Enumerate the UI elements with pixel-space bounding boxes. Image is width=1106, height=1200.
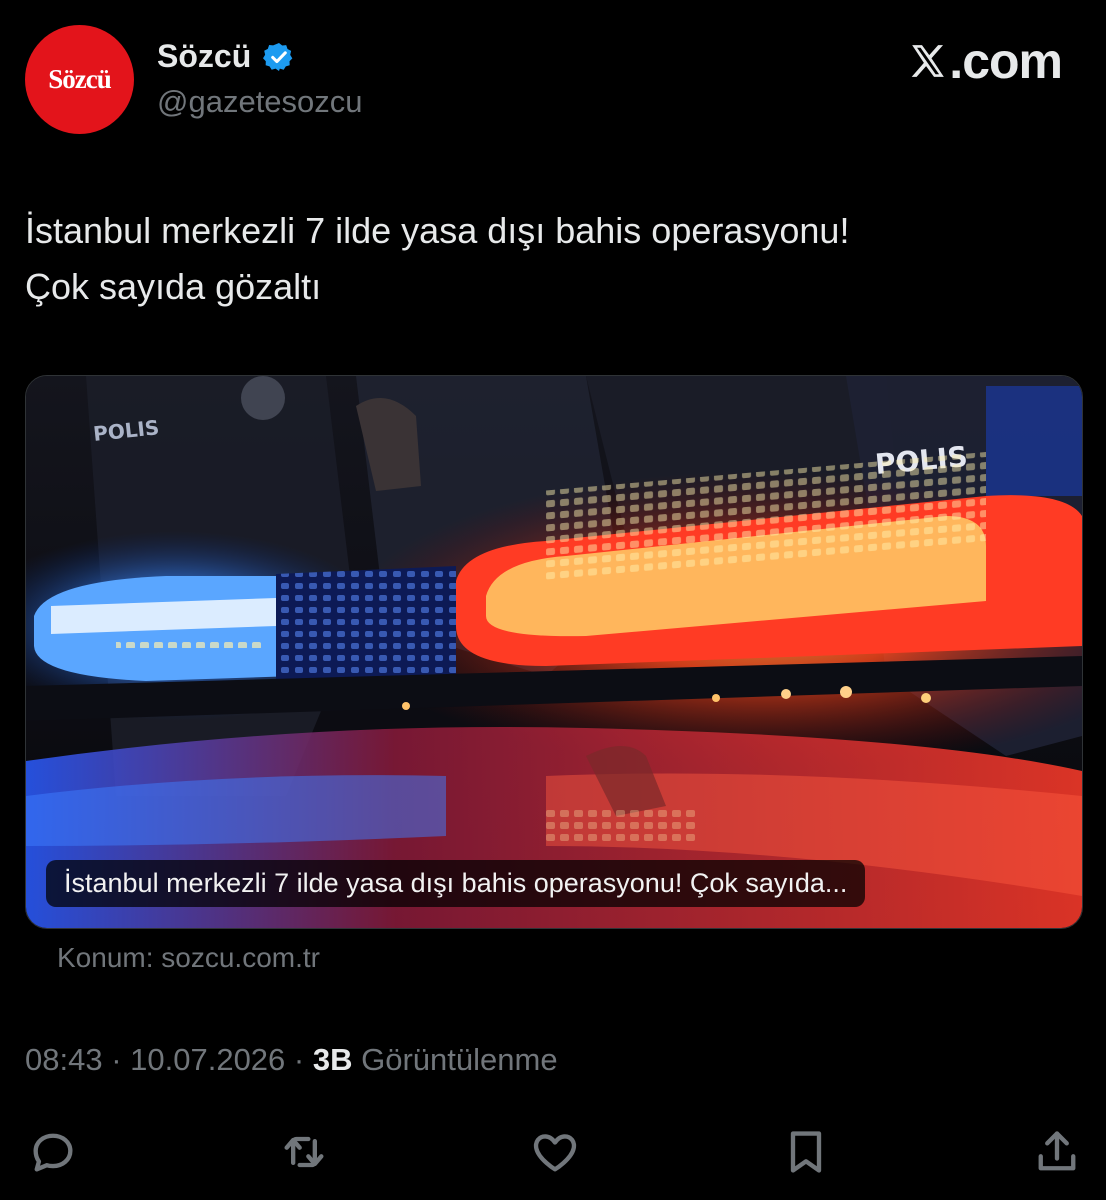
meta-separator: · xyxy=(285,1042,313,1077)
x-com-watermark: .com xyxy=(909,32,1063,90)
link-source[interactable]: Konum: sozcu.com.tr xyxy=(57,942,320,974)
retweet-icon xyxy=(284,1136,324,1168)
like-icon xyxy=(533,1134,577,1172)
tweet-text-line-2: Çok sayıda gözaltı xyxy=(25,266,322,307)
share-icon xyxy=(1038,1131,1076,1171)
like-button[interactable] xyxy=(527,1124,583,1180)
tweet-date[interactable]: 10.07.2026 xyxy=(130,1042,285,1078)
reply-button[interactable] xyxy=(25,1124,81,1180)
bookmark-button[interactable] xyxy=(778,1124,834,1180)
link-card-caption[interactable]: İstanbul merkezli 7 ilde yasa dışı bahis… xyxy=(46,860,866,907)
card-image-police-lights: POLIS POLIS xyxy=(26,376,1082,928)
account-name-row: Sözcü xyxy=(157,38,295,75)
brand-label: .com xyxy=(949,33,1063,89)
views-label: Görüntülenme xyxy=(352,1042,558,1077)
retweet-button[interactable] xyxy=(276,1124,332,1180)
tweet-time[interactable]: 08:43 xyxy=(25,1042,103,1078)
link-card[interactable]: POLIS POLIS İstanbul merkezli 7 ilde yas… xyxy=(25,375,1083,929)
tweet-text: İstanbul merkezli 7 ilde yasa dışı bahis… xyxy=(25,203,1075,315)
bookmark-icon xyxy=(790,1131,822,1173)
x-logo-icon xyxy=(911,45,945,77)
action-bar xyxy=(25,1122,1085,1182)
avatar-logo: Sözcü xyxy=(48,64,111,94)
reply-icon xyxy=(33,1133,73,1172)
account-handle[interactable]: @gazetesozcu xyxy=(157,84,363,120)
display-name[interactable]: Sözcü xyxy=(157,38,251,75)
views-count: 3B xyxy=(312,1042,353,1077)
avatar[interactable]: Sözcü xyxy=(25,25,134,134)
verified-badge-icon xyxy=(263,42,293,71)
tweet-meta: 08:43 · 10.07.2026 · 3B Görüntülenme xyxy=(25,1042,558,1078)
tweet-text-line-1: İstanbul merkezli 7 ilde yasa dışı bahis… xyxy=(25,210,850,251)
meta-separator: · xyxy=(102,1042,131,1077)
share-button[interactable] xyxy=(1029,1124,1085,1180)
